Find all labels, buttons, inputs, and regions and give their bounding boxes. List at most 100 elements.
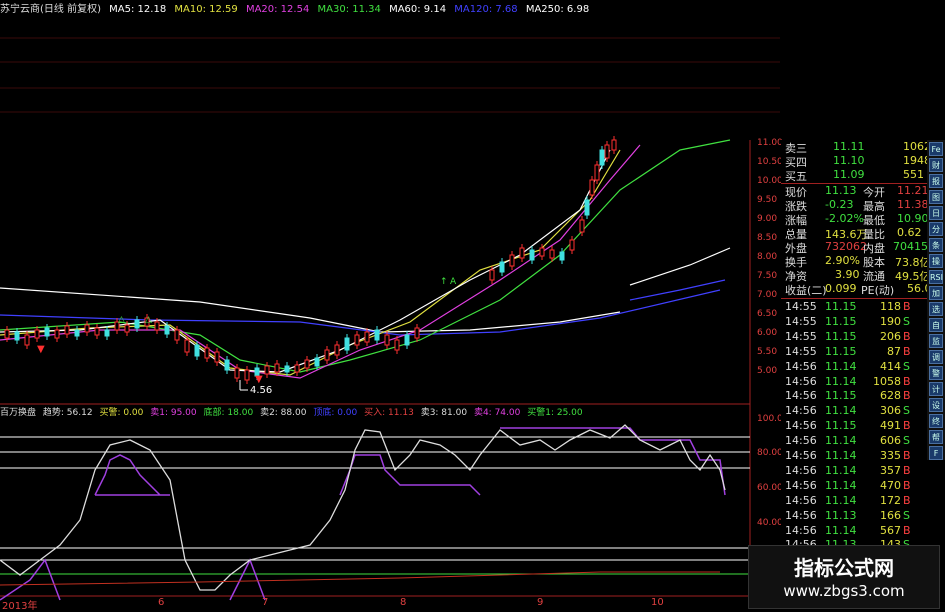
tick-time: 14:56 <box>785 478 817 492</box>
tick-row[interactable]: 14:56 11.14 567 B <box>785 524 927 539</box>
indicator-tick: 40.00 <box>757 518 783 528</box>
candle-body <box>124 324 130 333</box>
toolbar-button[interactable]: 调 <box>929 350 943 364</box>
price-tick: 5.00 <box>757 366 778 376</box>
tick-row[interactable]: 14:56 11.15 628 B <box>785 389 927 404</box>
tick-side: S <box>903 404 910 418</box>
candle-body <box>284 365 290 373</box>
tick-time: 14:56 <box>785 389 817 403</box>
toolbar-button[interactable]: 条 <box>929 238 943 252</box>
toolbar-button[interactable]: 操 <box>929 254 943 268</box>
order-book-row[interactable]: 买四 11.10 1948 <box>785 154 931 169</box>
svg-text:A: A <box>450 277 457 287</box>
toolbar-button[interactable]: RSI <box>929 270 943 284</box>
tick-price: 11.15 <box>825 419 857 433</box>
toolbar-button[interactable]: 设 <box>929 398 943 412</box>
toolbar-button[interactable]: 监 <box>929 334 943 348</box>
tick-vol: 172 <box>880 493 901 507</box>
svg-text:▼: ▼ <box>37 344 45 355</box>
candle-body <box>354 334 360 346</box>
tick-row[interactable]: 14:56 11.14 414 S <box>785 360 927 375</box>
tick-row[interactable]: 14:56 11.15 491 B <box>785 419 927 434</box>
toolbar-button[interactable]: 帮 <box>929 430 943 444</box>
quote-panel: 卖三 11.11 1062 买四 11.10 1948 买五 11.09 551… <box>781 140 935 610</box>
toolbar-button[interactable]: 分 <box>929 222 943 236</box>
watermark: 指标公式网 www.zbgs3.com <box>748 545 940 609</box>
date-tick: 8 <box>400 597 407 608</box>
stat-row: 收益(二) 0.099 PE(动) 56.0 <box>785 282 932 297</box>
candle-body <box>599 149 605 166</box>
tick-row[interactable]: 14:55 11.15 206 B <box>785 330 927 345</box>
stat-row: 换手 2.90% 股本 73.8亿 <box>785 254 931 269</box>
candle-body <box>374 329 380 341</box>
toolbar-button[interactable]: Fe <box>929 142 943 156</box>
candle-body <box>404 334 410 346</box>
tick-price: 11.13 <box>825 508 857 522</box>
tick-row[interactable]: 14:56 11.14 357 B <box>785 464 927 479</box>
candle-body <box>24 334 30 346</box>
tick-row[interactable]: 14:56 11.14 172 B <box>785 494 927 509</box>
tick-row[interactable]: 14:55 11.15 87 B <box>785 345 927 360</box>
toolbar-button[interactable]: F <box>929 446 943 460</box>
tick-row[interactable]: 14:56 11.14 470 B <box>785 479 927 494</box>
candle-body <box>234 367 240 379</box>
tick-time: 14:56 <box>785 493 817 507</box>
toolbar-button[interactable]: 加 <box>929 286 943 300</box>
tick-vol: 606 <box>880 434 901 448</box>
tick-time: 14:56 <box>785 404 817 418</box>
tick-row[interactable]: 14:56 11.14 606 S <box>785 434 927 449</box>
toolbar-button[interactable]: 图 <box>929 190 943 204</box>
tick-row[interactable]: 14:56 11.14 335 B <box>785 449 927 464</box>
order-book-row[interactable]: 买五 11.09 551 <box>785 168 927 183</box>
tick-vol: 306 <box>880 404 901 418</box>
toolbar-button[interactable]: 自 <box>929 318 943 332</box>
candle-body <box>164 325 170 335</box>
order-book-row[interactable]: 卖三 11.11 1062 <box>785 140 931 155</box>
tick-price: 11.15 <box>825 389 857 403</box>
tick-row[interactable]: 14:55 11.15 190 S <box>785 315 927 330</box>
tick-side: S <box>903 359 910 373</box>
toolbar-button[interactable]: 终 <box>929 414 943 428</box>
candle-body <box>294 364 300 373</box>
tick-row[interactable]: 14:56 11.14 1058 B <box>785 375 927 390</box>
tick-time: 14:56 <box>785 419 817 433</box>
svg-text:↑: ↑ <box>440 277 448 287</box>
tick-price: 11.14 <box>825 434 857 448</box>
candle-body <box>224 359 230 371</box>
candle-body <box>314 357 320 367</box>
tick-time: 14:55 <box>785 314 817 328</box>
toolbar-button[interactable]: 报 <box>929 174 943 188</box>
candle-body <box>611 139 617 151</box>
toolbar-button[interactable]: 日 <box>929 206 943 220</box>
tick-price: 11.14 <box>825 404 857 418</box>
toolbar-button[interactable]: 计 <box>929 382 943 396</box>
tick-time: 14:55 <box>785 329 817 343</box>
tick-price: 11.14 <box>825 523 857 537</box>
tick-vol: 1058 <box>873 374 901 388</box>
toolbar-button[interactable]: 选 <box>929 302 943 316</box>
side-toolbar: Fe 财报图日分条操 RSI 加选自监调警计设终帮 F <box>927 140 945 460</box>
svg-text:△: △ <box>118 315 125 325</box>
toolbar-button[interactable]: 警 <box>929 366 943 380</box>
tick-row[interactable]: 14:56 11.14 306 S <box>785 404 927 419</box>
tick-row[interactable]: 14:56 11.13 166 S <box>785 509 927 524</box>
candle-body <box>44 327 50 337</box>
stat-row: 涨幅 -2.02% 最低 10.90 <box>785 212 929 227</box>
tick-price: 11.15 <box>825 300 857 313</box>
candle-body <box>334 344 340 356</box>
price-tick: 7.00 <box>757 290 778 300</box>
tick-side: B <box>903 478 911 492</box>
indicator-item: 买警: 0.00 <box>99 408 144 418</box>
svg-text:▼: ▼ <box>255 374 263 385</box>
tick-vol: 118 <box>880 300 901 313</box>
price-tick: 8.50 <box>757 233 778 243</box>
toolbar-button[interactable]: 财 <box>929 158 943 172</box>
price-tick: 7.50 <box>757 271 778 281</box>
tick-vol: 414 <box>880 359 901 373</box>
candle-body <box>394 339 400 351</box>
stat-row: 总量 143.6万 量比 0.62 <box>785 226 922 241</box>
indicator-tick: 60.00 <box>757 483 783 493</box>
tick-row[interactable]: 14:55 11.15 118 B <box>785 300 927 315</box>
candle-body <box>4 329 10 339</box>
candle-body <box>214 351 220 363</box>
